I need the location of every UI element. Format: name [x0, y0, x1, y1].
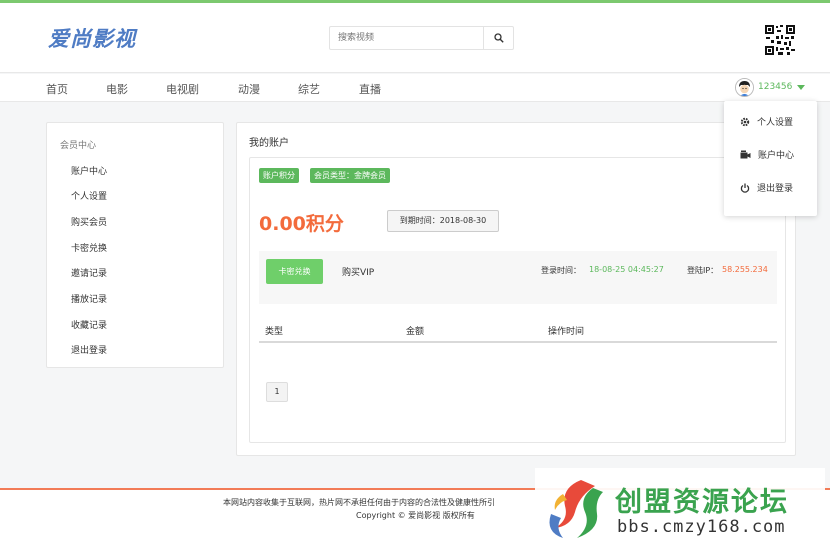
points-badge: 账户积分 [259, 168, 299, 183]
qr-code-icon[interactable] [764, 24, 796, 56]
account-panel: 我的账户 账户积分 会员类型：金牌会员 0.00积分 到期时间：2018-08-… [236, 122, 796, 456]
sidebar-item-favorites[interactable]: 收藏记录 [71, 318, 107, 331]
sidebar-item-card-redeem[interactable]: 卡密兑换 [71, 241, 107, 254]
member-type-badge: 会员类型：金牌会员 [310, 168, 390, 183]
video-camera-icon [740, 150, 751, 158]
search-icon [493, 33, 504, 43]
nav-item-variety[interactable]: 综艺 [298, 81, 320, 97]
footer-disclaimer: 本网站内容收集于互联网，热片网不承担任何由于内容的合法性及健康性所引 [223, 498, 495, 507]
sidebar-item-account-center[interactable]: 账户中心 [71, 164, 107, 177]
forum-watermark: 创盟资源论坛 bbs.cmzy168.com [535, 468, 825, 548]
nav-item-anime[interactable]: 动漫 [238, 81, 260, 97]
menu-item-account-center[interactable]: 账户中心 [740, 148, 794, 161]
search-box [329, 26, 514, 50]
member-sidebar: 会员中心 账户中心 个人设置 购买会员 卡密兑换 邀请记录 播放记录 收藏记录 … [46, 122, 224, 368]
search-button[interactable] [483, 27, 513, 49]
login-ip-label: 登陆IP： [687, 266, 719, 275]
login-ip-value: 58.255.234 [722, 265, 768, 274]
user-dropdown-menu: 个人设置 账户中心 退出登录 [724, 101, 817, 216]
gear-icon [740, 117, 750, 126]
footer-copyright: Copyright © 爱尚影视 版权所有 [356, 511, 475, 520]
header: 爱尚影视 [0, 3, 830, 73]
page-title: 我的账户 [249, 138, 289, 149]
menu-item-label: 账户中心 [758, 151, 795, 161]
menu-item-label: 个人设置 [757, 118, 794, 128]
points-value: 0.00积分 [259, 213, 344, 235]
watermark-logo-icon [549, 480, 603, 538]
nav-item-tv[interactable]: 电视剧 [166, 81, 199, 97]
card-redeem-button[interactable]: 卡密兑换 [266, 259, 323, 284]
table-header-time: 操作时间 [548, 327, 585, 337]
table-header-amount: 金额 [406, 327, 425, 337]
avatar-face-icon [736, 78, 753, 96]
user-menu-toggle[interactable]: 123456 [735, 77, 806, 97]
menu-item-profile-settings[interactable]: 个人设置 [740, 115, 793, 128]
sidebar-item-invite-records[interactable]: 邀请记录 [71, 266, 107, 279]
buy-vip-link[interactable]: 购买VIP [342, 265, 374, 278]
menu-item-logout[interactable]: 退出登录 [740, 181, 793, 194]
table-header-type: 类型 [265, 327, 284, 337]
pagination-page-1[interactable]: 1 [266, 382, 288, 402]
sidebar-item-logout[interactable]: 退出登录 [71, 343, 107, 356]
sidebar-item-play-history[interactable]: 播放记录 [71, 292, 107, 305]
search-input[interactable] [330, 27, 484, 49]
chevron-down-icon [797, 84, 806, 90]
avatar [735, 77, 754, 97]
account-card: 账户积分 会员类型：金牌会员 0.00积分 到期时间：2018-08-30 卡密… [249, 157, 786, 443]
login-time-value: 18-08-25 04:45:27 [589, 265, 664, 274]
watermark-url: bbs.cmzy168.com [617, 517, 786, 537]
watermark-text: 创盟资源论坛 [615, 487, 789, 518]
site-logo[interactable]: 爱尚影视 [48, 23, 136, 53]
nav-item-live[interactable]: 直播 [359, 81, 381, 97]
table-header-divider [259, 341, 777, 343]
power-icon [740, 183, 750, 193]
main-nav: 首页 电影 电视剧 动漫 综艺 直播 [0, 74, 830, 102]
login-time-label: 登录时间： [541, 266, 581, 275]
action-bar: 卡密兑换 购买VIP 登录时间： 18-08-25 04:45:27 登陆IP：… [259, 251, 777, 304]
username: 123456 [758, 82, 793, 92]
nav-item-movies[interactable]: 电影 [106, 81, 128, 97]
nav-item-home[interactable]: 首页 [46, 81, 68, 97]
sidebar-title: 会员中心 [60, 141, 97, 151]
expire-date: 到期时间：2018-08-30 [387, 210, 499, 232]
sidebar-item-buy-membership[interactable]: 购买会员 [71, 215, 107, 228]
menu-item-label: 退出登录 [757, 184, 794, 194]
sidebar-item-profile-settings[interactable]: 个人设置 [71, 189, 107, 202]
